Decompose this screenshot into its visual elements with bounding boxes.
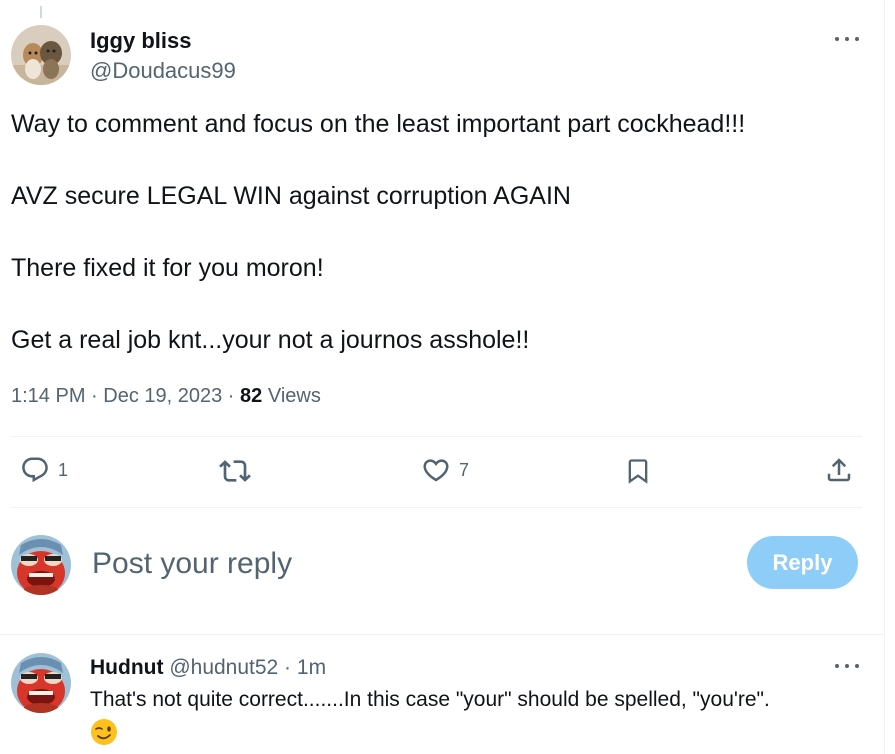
meta-separator: · [85, 385, 104, 407]
share-icon [827, 458, 851, 482]
repost-action-button[interactable] [219, 455, 251, 487]
heart-icon [423, 459, 449, 482]
reply-input[interactable] [92, 542, 712, 586]
views-label: Views [262, 385, 321, 407]
repost-icon [219, 460, 251, 482]
timeline-border [884, 0, 885, 754]
share-action-button[interactable] [824, 455, 854, 485]
reply-count: 1 [58, 459, 69, 480]
author-handle[interactable]: @Doudacus99 [90, 58, 236, 84]
author-display-name[interactable]: Iggy bliss [90, 28, 191, 54]
author-avatar[interactable] [11, 25, 71, 85]
current-user-avatar[interactable] [11, 535, 71, 595]
reply-more-options-icon[interactable] [835, 661, 859, 671]
tweet-time[interactable]: 1:14 PM [11, 385, 85, 407]
views-count: 82 [240, 385, 263, 407]
like-count: 7 [459, 459, 470, 480]
tweet-metadata: 1:14 PM · Dec 19, 2023 · 82 Views [11, 385, 321, 408]
winking-face-icon [90, 718, 118, 746]
reply-button[interactable]: Reply [747, 536, 858, 589]
divider [0, 634, 884, 635]
reply-action-button[interactable]: 1 [20, 455, 68, 485]
tweet-text-line: Way to comment and focus on the least im… [11, 110, 746, 138]
bookmark-icon [628, 459, 648, 484]
reply-header: Hudnut @hudnut52 · 1m [90, 656, 326, 680]
like-action-button[interactable]: 7 [421, 455, 469, 485]
divider [11, 507, 862, 508]
reply-text: That's not quite correct.......In this c… [90, 688, 770, 711]
tweet-text-line: Get a real job knt...your not a journos … [11, 326, 530, 354]
reply-author-avatar[interactable] [11, 653, 71, 713]
divider [11, 436, 862, 437]
thread-connector-line [40, 6, 42, 18]
more-options-icon[interactable] [835, 34, 859, 44]
tweet-text-line: AVZ secure LEGAL WIN against corruption … [11, 182, 571, 210]
reply-handle-time[interactable]: @hudnut52 · 1m [163, 656, 326, 679]
reply-bubble-icon [22, 457, 48, 483]
reply-author-name[interactable]: Hudnut [90, 656, 163, 679]
meta-separator: · [222, 385, 241, 407]
bookmark-action-button[interactable] [624, 455, 652, 487]
tweet-text-line: There fixed it for you moron! [11, 254, 324, 282]
tweet-date[interactable]: Dec 19, 2023 [103, 385, 222, 407]
